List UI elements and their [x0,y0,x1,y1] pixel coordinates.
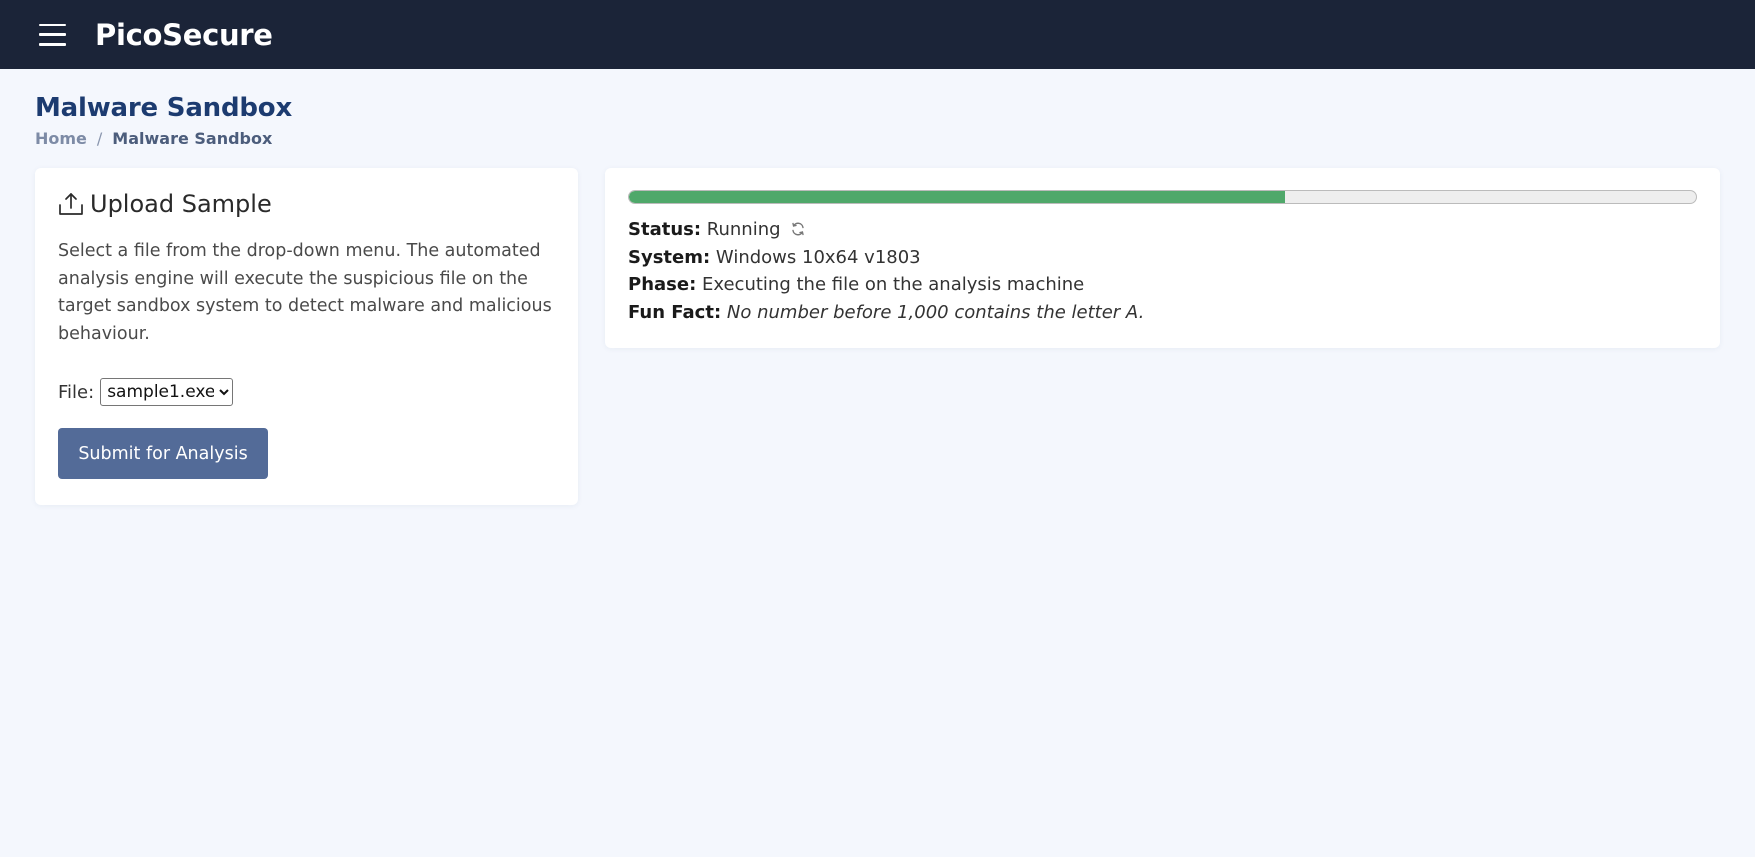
system-value: Windows 10x64 v1803 [715,246,921,268]
brand-logo[interactable]: PicoSecure [95,18,273,52]
file-select-row: File: sample1.exe [58,378,555,406]
system-line: System: Windows 10x64 v1803 [628,244,1697,272]
breadcrumb-current: Malware Sandbox [112,129,273,148]
status-value: Running [706,219,781,240]
refresh-icon [792,222,804,236]
phase-label: Phase: [628,274,697,295]
page-header: Malware Sandbox Home / Malware Sandbox [0,69,1755,148]
analysis-info: Status: Running System: Windows 10x64 v1… [628,216,1697,326]
fun-fact-line: Fun Fact: No number before 1,000 contain… [628,299,1697,327]
breadcrumb-home-link[interactable]: Home [35,129,87,148]
upload-sample-card: Upload Sample Select a file from the dro… [35,168,578,505]
page-title: Malware Sandbox [35,93,293,123]
upload-description: Select a file from the drop-down menu. T… [58,241,552,344]
submit-for-analysis-button[interactable]: Submit for Analysis [58,428,268,479]
fun-fact-value: No number before 1,000 contains the lett… [726,301,1145,323]
upload-card-title: Upload Sample [58,190,555,218]
upload-icon [59,193,83,215]
file-label: File: [58,381,95,403]
phase-value: Executing the file on the analysis machi… [702,274,1085,295]
menu-icon[interactable] [39,23,66,46]
breadcrumb: Home / Malware Sandbox [35,129,1755,148]
phase-line: Phase: Executing the file on the analysi… [628,271,1697,299]
top-navbar: PicoSecure [0,0,1755,69]
analysis-progress-bar [628,190,1697,204]
analysis-status-card: Status: Running System: Windows 10x64 v1… [605,168,1720,348]
upload-title-text: Upload Sample [90,190,272,218]
status-label: Status: [628,219,702,240]
fun-fact-label: Fun Fact: [628,301,722,323]
system-label: System: [628,246,711,268]
breadcrumb-separator: / [96,129,103,148]
status-line: Status: Running [628,216,1697,244]
progress-fill [629,191,1286,203]
file-select-dropdown[interactable]: sample1.exe [100,378,234,406]
